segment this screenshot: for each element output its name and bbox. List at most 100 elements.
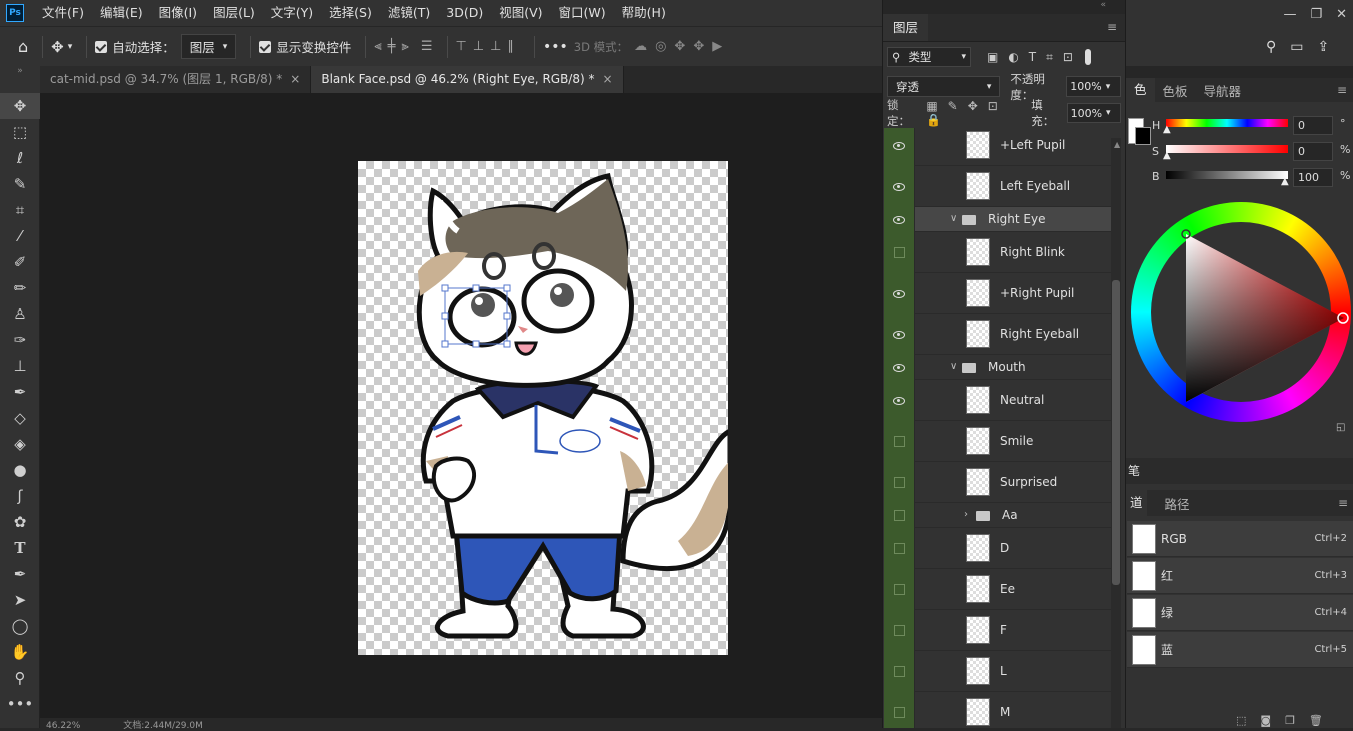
panel-menu-icon[interactable]: ≡ bbox=[1337, 83, 1353, 97]
chevron-down-icon[interactable]: ∨ bbox=[950, 361, 957, 372]
visibility-toggle[interactable] bbox=[884, 380, 915, 421]
menu-3d[interactable]: 3D(D) bbox=[438, 0, 491, 26]
toolbar-collapse-icon[interactable]: » bbox=[0, 66, 40, 93]
search-icon[interactable]: ⚲ bbox=[1266, 39, 1276, 55]
align-vertical-buttons[interactable]: ⊤⊥⊥∥ bbox=[456, 39, 520, 54]
visibility-toggle[interactable] bbox=[884, 651, 915, 692]
layer-row-right-eyeball[interactable]: Right Eyeball bbox=[884, 314, 1111, 355]
pen-tool-icon[interactable]: ✒ bbox=[0, 561, 40, 587]
zoom-tool-icon[interactable]: ⚲ bbox=[0, 665, 40, 691]
visibility-toggle[interactable] bbox=[884, 166, 915, 207]
stamp-tool-icon[interactable]: ⊥ bbox=[0, 353, 40, 379]
blend-mode-dropdown[interactable]: 穿透 ▾ bbox=[887, 76, 1001, 97]
layer-row-l[interactable]: L bbox=[884, 651, 1111, 692]
visibility-toggle[interactable] bbox=[884, 128, 915, 166]
visibility-toggle[interactable] bbox=[884, 207, 915, 232]
layer-row-ee[interactable]: Ee bbox=[884, 569, 1111, 610]
eyedropper-tool-icon[interactable]: ⁄ bbox=[0, 223, 40, 249]
tab-paths[interactable]: 路径 bbox=[1157, 494, 1198, 513]
more-tools-icon[interactable]: ••• bbox=[0, 691, 40, 717]
eraser-tool-icon[interactable]: ◇ bbox=[0, 405, 40, 431]
hue-slider[interactable] bbox=[1166, 119, 1288, 127]
group-row-mouth[interactable]: ∨ Mouth bbox=[884, 355, 1111, 380]
layer-row-right-blink[interactable]: Right Blink bbox=[884, 232, 1111, 273]
document-canvas[interactable] bbox=[358, 161, 728, 655]
close-icon[interactable]: × bbox=[602, 72, 612, 86]
slider-thumb-icon[interactable]: ▲ bbox=[1281, 176, 1289, 187]
auto-select-dropdown[interactable]: 图层 ▾ bbox=[180, 34, 237, 59]
minimize-icon[interactable]: — bbox=[1283, 7, 1296, 22]
hue-input[interactable]: 0 bbox=[1293, 116, 1333, 135]
crop-tool-icon[interactable]: ⌗ bbox=[0, 197, 40, 223]
marquee-tool-icon[interactable]: ⬚ bbox=[0, 119, 40, 145]
close-window-icon[interactable]: ✕ bbox=[1336, 7, 1347, 22]
visibility-toggle[interactable] bbox=[884, 610, 915, 651]
quick-select-tool-icon[interactable]: ✎ bbox=[0, 171, 40, 197]
visibility-toggle[interactable] bbox=[884, 569, 915, 610]
saturation-input[interactable]: 0 bbox=[1293, 142, 1333, 161]
filter-kind-dropdown[interactable]: ⚲ 类型 ▾ bbox=[887, 47, 971, 67]
visibility-toggle[interactable] bbox=[884, 232, 915, 273]
layer-row-d[interactable]: D bbox=[884, 528, 1111, 569]
layer-row-surprised[interactable]: Surprised bbox=[884, 462, 1111, 503]
paint-bucket-tool-icon[interactable]: ◈ bbox=[0, 431, 40, 457]
menu-view[interactable]: 视图(V) bbox=[491, 0, 550, 26]
menu-filter[interactable]: 滤镜(T) bbox=[380, 0, 438, 26]
art-history-brush-icon[interactable]: ✒ bbox=[0, 379, 40, 405]
menu-edit[interactable]: 编辑(E) bbox=[92, 0, 151, 26]
panel-menu-icon[interactable]: ≡ bbox=[1099, 13, 1125, 41]
chevron-right-icon[interactable]: › bbox=[964, 509, 968, 520]
distribute-icon[interactable]: ☰ bbox=[421, 39, 433, 54]
move-tool-icon[interactable]: ✥ bbox=[0, 93, 40, 119]
share-icon[interactable]: ⇪ bbox=[1318, 39, 1330, 55]
path-select-tool-icon[interactable]: ➤ bbox=[0, 587, 40, 613]
show-transform-checkbox[interactable]: 显示变换控件 bbox=[259, 37, 351, 56]
chevron-down-icon[interactable]: ∨ bbox=[950, 213, 957, 224]
tab-brush[interactable]: 笔 bbox=[1126, 464, 1140, 478]
layer-row-smile[interactable]: Smile bbox=[884, 421, 1111, 462]
restore-icon[interactable]: ❐ bbox=[1310, 7, 1322, 22]
layer-row-left-eyeball[interactable]: Left Eyeball bbox=[884, 166, 1111, 207]
visibility-toggle[interactable] bbox=[884, 273, 915, 314]
menu-layer[interactable]: 图层(L) bbox=[205, 0, 263, 26]
channel-row-red[interactable]: 红 Ctrl+3 bbox=[1127, 558, 1353, 594]
menu-select[interactable]: 选择(S) bbox=[321, 0, 380, 26]
tab-channels[interactable]: 道 bbox=[1126, 490, 1147, 516]
panel-menu-icon[interactable]: ≡ bbox=[1338, 496, 1353, 510]
expand-corner-icon[interactable]: ◱ bbox=[1336, 422, 1345, 433]
channel-row-blue[interactable]: 蓝 Ctrl+5 bbox=[1127, 632, 1353, 668]
saturation-triangle[interactable] bbox=[1126, 200, 1353, 438]
layer-row-neutral[interactable]: Neutral bbox=[884, 380, 1111, 421]
scrollbar-thumb[interactable] bbox=[1112, 280, 1120, 585]
blur-tool-icon[interactable]: ● bbox=[0, 457, 40, 483]
clone-stamp-tool-icon[interactable]: ♙ bbox=[0, 301, 40, 327]
brightness-slider[interactable] bbox=[1166, 171, 1288, 179]
type-tool-icon[interactable]: T bbox=[0, 535, 40, 561]
sponge-tool-icon[interactable]: ✿ bbox=[0, 509, 40, 535]
ellipse-tool-icon[interactable]: ◯ bbox=[0, 613, 40, 639]
workspace-icon[interactable]: ▭ bbox=[1290, 39, 1303, 55]
healing-brush-tool-icon[interactable]: ✐ bbox=[0, 249, 40, 275]
slider-thumb-icon[interactable]: ▲ bbox=[1163, 150, 1171, 161]
auto-select-checkbox[interactable]: 自动选择： bbox=[95, 37, 175, 56]
menu-help[interactable]: 帮助(H) bbox=[614, 0, 674, 26]
tab-navigator[interactable]: 导航器 bbox=[1196, 81, 1250, 100]
tab-swatches[interactable]: 色板 bbox=[1155, 81, 1196, 100]
filter-toggle-icon[interactable] bbox=[1084, 49, 1091, 65]
group-row-aa[interactable]: › Aa bbox=[884, 503, 1111, 528]
tab-color[interactable]: 色 bbox=[1126, 78, 1155, 102]
visibility-toggle[interactable] bbox=[884, 503, 915, 528]
smudge-tool-icon[interactable]: ʃ bbox=[0, 483, 40, 509]
saturation-slider[interactable] bbox=[1166, 145, 1288, 153]
brush-tool-icon[interactable]: ✏ bbox=[0, 275, 40, 301]
opacity-input[interactable]: 100% ▾ bbox=[1066, 76, 1121, 97]
visibility-toggle[interactable] bbox=[884, 692, 915, 728]
menu-file[interactable]: 文件(F) bbox=[34, 0, 92, 26]
slider-thumb-icon[interactable]: ▲ bbox=[1163, 124, 1171, 135]
filter-type-icons[interactable]: ▣◐T⌗⊡ bbox=[987, 50, 1083, 65]
more-options-icon[interactable]: ••• bbox=[543, 39, 568, 55]
tab-cat-mid[interactable]: cat-mid.psd @ 34.7% (图层 1, RGB/8) * × bbox=[40, 66, 312, 93]
scroll-up-icon[interactable]: ▲ bbox=[1114, 140, 1120, 149]
channel-row-green[interactable]: 绿 Ctrl+4 bbox=[1127, 595, 1353, 631]
menu-window[interactable]: 窗口(W) bbox=[551, 0, 614, 26]
